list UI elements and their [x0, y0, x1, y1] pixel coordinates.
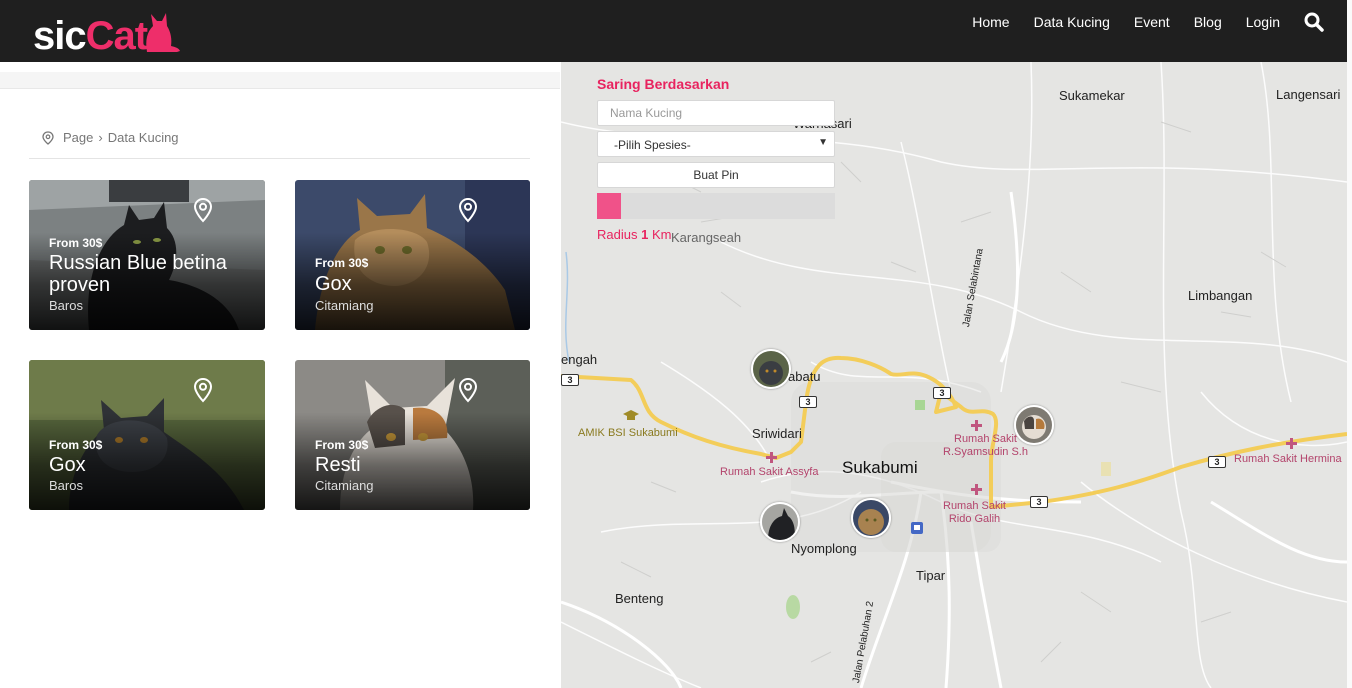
cat-card[interactable]: From 30$ Russian Blue betina proven Baro…: [29, 180, 265, 330]
route-shield: 3: [561, 374, 579, 386]
card-title[interactable]: Russian Blue betina proven: [49, 252, 249, 296]
nav-login[interactable]: Login: [1246, 14, 1280, 30]
radius-readout: Radius 1 Km: [597, 227, 837, 242]
card-location: Baros: [49, 298, 83, 313]
map-label-benteng: Benteng: [615, 591, 664, 606]
filter-heading: Saring Berdasarkan: [597, 76, 730, 92]
map-label-sukamekar: Sukamekar: [1059, 88, 1125, 103]
map-label-cibatu: abatu: [788, 369, 821, 384]
cat-map-marker[interactable]: [851, 498, 891, 538]
map-pin-icon[interactable]: [193, 197, 213, 223]
map-label-limbangan: Limbangan: [1188, 288, 1253, 303]
filter-panel: Saring Berdasarkan Nama Kucing -Pilih Sp…: [597, 76, 837, 242]
card-location: Citamiang: [315, 298, 374, 313]
breadcrumb: Page › Data Kucing: [42, 130, 179, 145]
card-location: Citamiang: [315, 478, 374, 493]
cat-marker-photo: [762, 504, 798, 540]
cat-marker-photo: [1016, 407, 1052, 443]
map-poi-rs-rido-galih: Rumah Sakit Rido Galih: [943, 500, 1006, 526]
radius-prefix: Radius: [597, 227, 638, 242]
cat-marker-photo: [853, 500, 889, 536]
dropdown-arrow-icon: ▼: [818, 137, 828, 148]
cat-card[interactable]: From 30$ Gox Citamiang: [295, 180, 530, 330]
radius-value: 1: [641, 227, 649, 242]
route-shield: 3: [1208, 456, 1226, 468]
map-poi-amik: AMIK BSI Sukabumi: [578, 427, 678, 439]
card-price: From 30$: [315, 438, 369, 452]
nav-event[interactable]: Event: [1134, 14, 1170, 30]
map-poi-rs-syamsudin-line2: R.Syamsudin S.h: [943, 446, 1028, 458]
map-label-langensari: Langensari: [1276, 87, 1341, 102]
nav-blog[interactable]: Blog: [1194, 14, 1222, 30]
map-poi-rs-syamsudin: Rumah Sakit R.Syamsudin S.h: [943, 433, 1028, 459]
card-price: From 30$: [49, 438, 103, 452]
card-title[interactable]: Resti: [315, 454, 515, 476]
cat-silhouette-icon: [146, 13, 181, 52]
route-shield: 3: [799, 396, 817, 408]
cat-list-panel: Page › Data Kucing From 30$ Russian Blue…: [0, 62, 560, 688]
breadcrumb-root[interactable]: Page: [63, 130, 93, 145]
search-icon[interactable]: [1304, 12, 1324, 32]
cat-map[interactable]: Sukamekar Langensari Warnasari Karangsea…: [561, 62, 1347, 688]
cat-map-marker[interactable]: [751, 349, 791, 389]
radius-unit: Km: [651, 227, 672, 242]
navbar: sic Cat Home Data Kucing Event Blog Logi…: [0, 0, 1352, 62]
cat-card[interactable]: From 30$ Gox Baros: [29, 360, 265, 510]
map-label-sukabumi: Sukabumi: [842, 458, 918, 477]
map-pin-icon[interactable]: [458, 197, 478, 223]
card-price: From 30$: [315, 256, 369, 270]
card-title[interactable]: Gox: [49, 454, 249, 476]
cat-map-marker[interactable]: [760, 502, 800, 542]
cat-map-marker[interactable]: [1014, 405, 1054, 445]
map-label-tengah: engah: [561, 352, 598, 367]
card-price: From 30$: [49, 236, 103, 250]
page-scrollbar[interactable]: [1347, 0, 1352, 688]
map-label-sriwidari: Sriwidari: [752, 426, 802, 441]
breadcrumb-divider: [29, 158, 530, 159]
map-poi-rs-assyfa: Rumah Sakit Assyfa: [720, 466, 819, 478]
create-pin-button[interactable]: Buat Pin: [597, 162, 835, 188]
main-nav: Home Data Kucing Event Blog Login: [948, 0, 1324, 44]
radius-slider[interactable]: [597, 193, 835, 219]
map-poi-rs-rido-line2: Rido Galih: [948, 513, 1001, 525]
sicat-logo[interactable]: sic Cat: [33, 8, 181, 56]
species-select-value: -Pilih Spesies-: [614, 138, 691, 152]
map-pin-icon[interactable]: [193, 377, 213, 403]
nav-home[interactable]: Home: [972, 14, 1009, 30]
radius-slider-fill[interactable]: [597, 193, 621, 219]
map-poi-rs-rido-line1: Rumah Sakit: [943, 500, 1006, 512]
route-shield: 3: [933, 387, 951, 399]
species-select[interactable]: -Pilih Spesies- ▼: [597, 131, 835, 157]
map-poi-rs-hermina: Rumah Sakit Hermina: [1234, 453, 1342, 465]
map-label-tipar: Tipar: [916, 568, 946, 583]
cat-marker-photo: [753, 351, 789, 387]
map-pin-icon[interactable]: [458, 377, 478, 403]
card-title[interactable]: Gox: [315, 273, 515, 295]
map-poi-rs-syamsudin-line1: Rumah Sakit: [954, 433, 1017, 445]
logo-text-white: sic: [33, 14, 87, 58]
nav-data-kucing[interactable]: Data Kucing: [1034, 14, 1110, 30]
cat-name-input[interactable]: Nama Kucing: [597, 100, 835, 126]
map-label-nyomplong: Nyomplong: [791, 541, 857, 556]
breadcrumb-current: Data Kucing: [107, 130, 179, 145]
location-pin-icon: [42, 130, 54, 145]
card-location: Baros: [49, 478, 83, 493]
cat-card[interactable]: From 30$ Resti Citamiang: [295, 360, 530, 510]
route-shield: 3: [1030, 496, 1048, 508]
top-strip: [0, 72, 560, 89]
breadcrumb-separator: ›: [98, 130, 103, 145]
